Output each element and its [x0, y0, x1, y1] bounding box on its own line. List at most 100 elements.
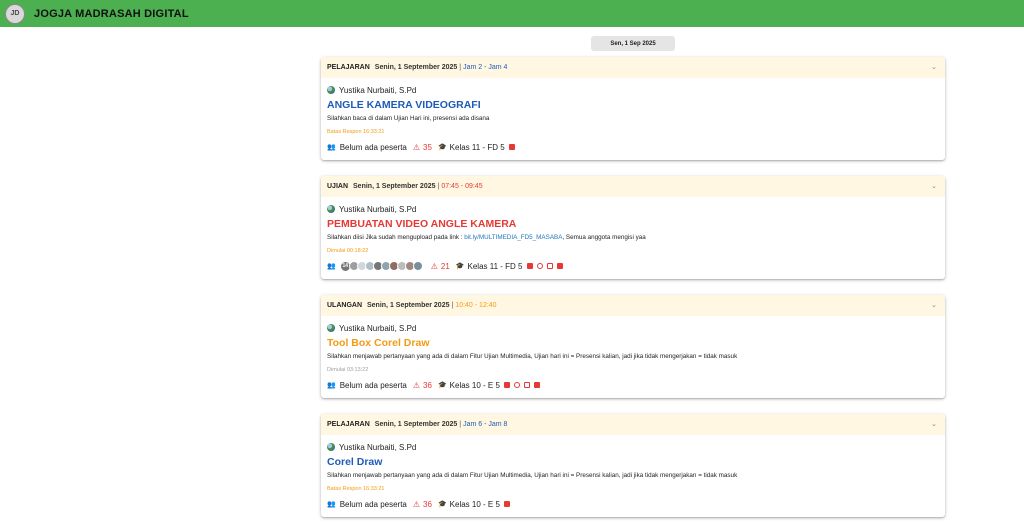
card-body: Yustika Nurbaiti, S.Pd ANGLE KAMERA VIDEO…	[321, 78, 945, 160]
absent-count[interactable]: ⚠ 36	[413, 500, 432, 509]
separator: |	[459, 421, 462, 428]
absent-number: 36	[423, 499, 432, 509]
absent-number: 21	[440, 261, 450, 271]
teacher-row: Yustika Nurbaiti, S.Pd	[327, 202, 939, 216]
chevron-down-icon[interactable]: ⌄	[931, 182, 937, 190]
subject-title[interactable]: PEMBUATAN VIDEO ANGLE KAMERA	[327, 217, 939, 232]
app-logo[interactable]: JD	[5, 3, 25, 24]
description-text-end: , Semua anggota mengisi yaa	[562, 234, 646, 241]
participant-avatars[interactable]: 14	[339, 260, 423, 272]
description-text: Silahkan baca di dalam Ujian Hari ini, p…	[327, 115, 490, 122]
teacher-name: Yustika Nurbaiti, S.Pd	[339, 442, 417, 452]
report-icon[interactable]	[523, 382, 530, 388]
teacher-name: Yustika Nurbaiti, S.Pd	[339, 204, 417, 214]
eye-off-icon[interactable]	[536, 263, 543, 269]
separator: |	[459, 64, 462, 71]
globe-icon	[327, 86, 335, 94]
alert-icon[interactable]	[533, 382, 540, 388]
timer-status: Batas Respon 16:33:21	[327, 486, 385, 492]
description-text: Silahkan diisi Jika sudah mengupload pad…	[327, 234, 465, 241]
activity-date: Senin, 1 September 2025	[374, 64, 458, 71]
absent-icon: ⚠	[412, 499, 421, 509]
card-footer: 👥 Belum ada peserta ⚠ 36 🎓 Kelas 10 - E 5	[327, 497, 939, 517]
activity-date: Senin, 1 September 2025	[374, 421, 458, 428]
film-icon[interactable]	[526, 263, 533, 269]
class-name: Kelas 11 - FD 5	[467, 261, 523, 271]
film-icon[interactable]	[508, 144, 515, 150]
absent-count[interactable]: ⚠ 36	[413, 381, 432, 390]
activity-time: 10:40 - 12:40	[455, 302, 497, 309]
description: Silahkan baca di dalam Ujian Hari ini, p…	[327, 113, 939, 124]
graduation-cap-icon: 🎓	[437, 382, 447, 389]
absent-count[interactable]: ⚠ 35	[413, 143, 432, 152]
chevron-down-icon[interactable]: ⌄	[931, 63, 937, 71]
graduation-cap-icon: 🎓	[437, 501, 447, 508]
activity-type: ULANGAN	[327, 302, 362, 309]
activity-time: Jam 6 - Jam 8	[463, 421, 508, 428]
absent-number: 36	[423, 380, 432, 390]
absent-count[interactable]: ⚠ 21	[431, 262, 450, 271]
card-header[interactable]: PELAJARAN Senin, 1 September 2025 | Jam 2 -…	[321, 57, 945, 78]
teacher-name: Yustika Nurbaiti, S.Pd	[339, 85, 417, 95]
alert-icon[interactable]	[556, 263, 563, 269]
card-body: Yustika Nurbaiti, S.Pd Tool Box Corel Dra…	[321, 316, 945, 398]
graduation-cap-icon: 🎓	[455, 263, 465, 270]
teacher-row: Yustika Nurbaiti, S.Pd	[327, 321, 939, 335]
globe-icon	[327, 324, 335, 332]
card-header[interactable]: UJIAN Senin, 1 September 2025 | 07:45 - 09:…	[321, 176, 945, 197]
activity-date: Senin, 1 September 2025	[367, 302, 450, 309]
card-footer: 👥 Belum ada peserta ⚠ 36 🎓 Kelas 10 - E 5	[327, 378, 939, 398]
absent-icon: ⚠	[412, 142, 421, 152]
participants-status: Belum ada peserta	[339, 499, 407, 509]
users-icon: 👥	[327, 144, 336, 151]
timer-status: Dimulai 00:18:22	[327, 248, 369, 254]
logo-text: JD	[10, 10, 20, 17]
subject-title[interactable]: Corel Draw	[327, 455, 939, 470]
activity-date: Senin, 1 September 2025	[353, 183, 436, 190]
card-body: Yustika Nurbaiti, S.Pd Corel Draw Silahkan…	[321, 435, 945, 517]
graduation-cap-icon: 🎓	[437, 144, 447, 151]
film-icon[interactable]	[503, 501, 510, 507]
absent-icon: ⚠	[430, 261, 438, 271]
activity-card[interactable]: PELAJARAN Senin, 1 September 2025 | Jam 2 -…	[321, 57, 945, 160]
teacher-row: Yustika Nurbaiti, S.Pd	[327, 83, 939, 97]
class-name: Kelas 11 - FD 5	[449, 142, 505, 152]
top-app-bar: JD JOGJA MADRASAH DIGITAL	[0, 0, 1024, 27]
participants-status: Belum ada peserta	[339, 142, 407, 152]
description: Silahkan menjawab pertanyaan yang ada di…	[327, 351, 939, 362]
description: Silahkan diisi Jika sudah mengupload pad…	[327, 232, 939, 243]
description-text: Silahkan menjawab pertanyaan yang ada di…	[327, 472, 738, 479]
timer-status: Dimulai 03:13:22	[327, 367, 369, 373]
activity-card[interactable]: UJIAN Senin, 1 September 2025 | 07:45 - 09:…	[321, 176, 945, 279]
description: Silahkan menjawab pertanyaan yang ada di…	[327, 470, 939, 481]
users-icon: 👥	[327, 382, 336, 389]
absent-number: 35	[423, 142, 432, 152]
chevron-down-icon[interactable]: ⌄	[931, 301, 937, 309]
card-header[interactable]: PELAJARAN Senin, 1 September 2025 | Jam 6 -…	[321, 414, 945, 435]
app-title: JOGJA MADRASAH DIGITAL	[34, 7, 189, 20]
card-header[interactable]: ULANGAN Senin, 1 September 2025 | 10:40 - 1…	[321, 295, 945, 316]
card-footer: 👥 14 ⚠ 21 🎓 Kelas 11 - FD 5	[327, 259, 939, 279]
report-icon[interactable]	[546, 263, 553, 269]
users-icon: 👥	[327, 501, 336, 508]
separator: |	[451, 302, 454, 309]
description-link[interactable]: bit.ly/MULTIMEDIA_FD5_MASABA	[464, 234, 562, 241]
activity-card[interactable]: ULANGAN Senin, 1 September 2025 | 10:40 - 1…	[321, 295, 945, 398]
subject-title[interactable]: ANGLE KAMERA VIDEOGRAFI	[327, 98, 939, 113]
chevron-down-icon[interactable]: ⌄	[931, 420, 937, 428]
activity-time: 07:45 - 09:45	[441, 183, 483, 190]
activity-type: UJIAN	[327, 183, 349, 190]
activity-type: PELAJARAN	[327, 64, 370, 71]
activity-card[interactable]: PELAJARAN Senin, 1 September 2025 | Jam 6 -…	[321, 414, 945, 517]
eye-off-icon[interactable]	[513, 382, 520, 388]
globe-icon	[327, 205, 335, 213]
participants-status: Belum ada peserta	[339, 380, 407, 390]
date-chip: Sen, 1 Sep 2025	[591, 36, 675, 51]
teacher-row: Yustika Nurbaiti, S.Pd	[327, 440, 939, 454]
film-icon[interactable]	[503, 382, 510, 388]
subject-title[interactable]: Tool Box Corel Draw	[327, 336, 939, 351]
separator: |	[437, 183, 440, 190]
timer-status: Batas Respon 16:33:21	[327, 129, 385, 135]
avatar	[412, 261, 423, 271]
activity-time: Jam 2 - Jam 4	[463, 64, 508, 71]
